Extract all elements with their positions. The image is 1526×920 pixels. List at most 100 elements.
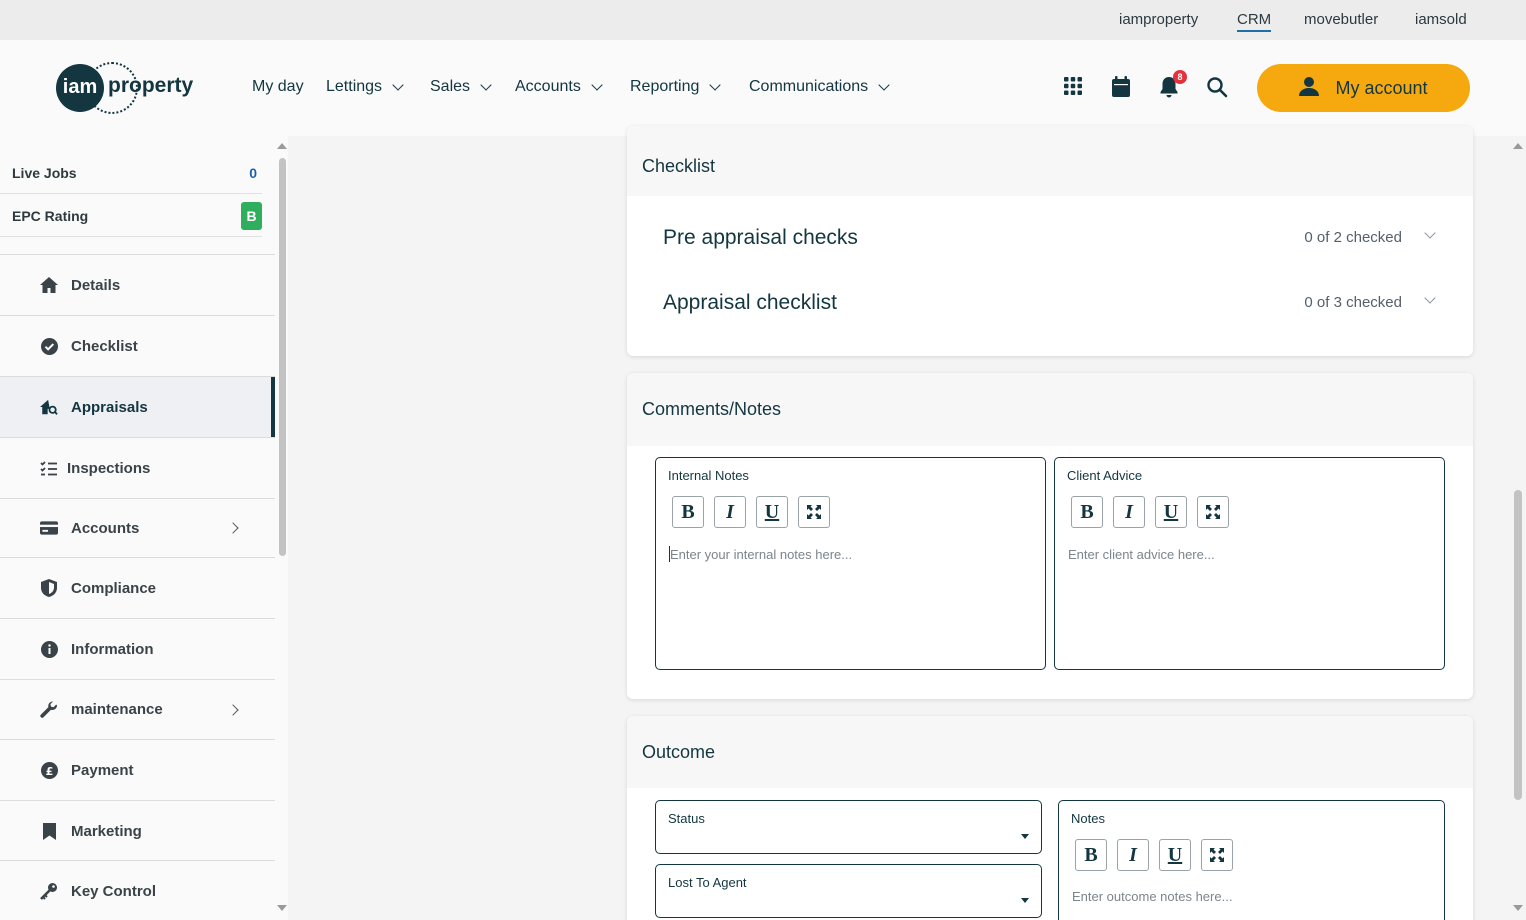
nav-accounts[interactable]: Accounts [515,78,603,96]
top-link-iamproperty[interactable]: iamproperty [1119,11,1198,28]
lost-to-agent-select[interactable]: Lost To Agent [655,864,1042,918]
sidebar-item-payment[interactable]: £ Payment [0,739,275,800]
house-search-icon [40,398,58,416]
list-check-icon [40,459,58,477]
expand-button[interactable] [798,496,830,528]
sidebar-item-checklist[interactable]: Checklist [0,315,275,376]
page-scroll-up-arrow[interactable] [1513,143,1523,149]
checked-count: 0 of 2 checked [1304,229,1402,246]
underline-button[interactable]: U [756,496,788,528]
sidebar-item-information[interactable]: Information [0,618,275,679]
nav-reporting[interactable]: Reporting [630,78,722,96]
card-title: Checklist [627,126,1473,196]
scroll-up-arrow[interactable] [277,143,287,149]
search-icon[interactable] [1206,76,1228,98]
card-title: Comments/Notes [627,373,1473,446]
nav-label: Accounts [515,78,581,95]
check-circle-icon [40,337,58,355]
status-select[interactable]: Status [655,800,1042,854]
calendar-icon[interactable] [1111,76,1133,98]
accordion-pre-appraisal-checks[interactable]: Pre appraisal checks 0 of 2 checked [663,226,1438,256]
nav-label: Lettings [326,78,383,95]
nav-my-day[interactable]: My day [252,78,304,96]
client-advice-editor[interactable]: Client Advice B I U Enter client advice … [1054,457,1445,670]
italic-button[interactable]: I [714,496,746,528]
editor-toolbar: B I U [1075,839,1233,871]
outcome-card: Outcome Status Lost To Agent Notes B I U… [627,716,1473,920]
comments-notes-card: Comments/Notes Internal Notes B I U Ente… [627,373,1473,699]
credit-card-icon [40,519,58,537]
expand-icon [807,505,821,519]
chevron-right-icon [227,703,239,716]
svg-text:£: £ [45,764,53,777]
chevron-down-icon [878,78,890,91]
scroll-down-arrow[interactable] [277,905,287,911]
sidebar-item-accounts[interactable]: Accounts [0,498,275,557]
sidebar-item-marketing[interactable]: Marketing [0,800,275,861]
underline-button[interactable]: U [1159,839,1191,871]
epc-badge: B [241,202,262,230]
italic-button[interactable]: I [1117,839,1149,871]
sidebar-item-compliance[interactable]: Compliance [0,557,275,618]
internal-notes-editor[interactable]: Internal Notes B I U Enter your internal… [655,457,1046,670]
logo-wordmark: property [108,74,194,97]
sidebar-scrollbar-thumb[interactable] [279,158,286,556]
stat-value: 0 [249,165,257,181]
shield-icon [40,579,58,597]
sidebar-item-maintenance[interactable]: maintenance [0,679,275,739]
editor-label: Internal Notes [668,468,749,483]
nav-lettings[interactable]: Lettings [326,78,404,96]
outcome-notes-editor[interactable]: Notes B I U Enter outcome notes here... [1058,800,1445,920]
sidebar-item-inspections[interactable]: Inspections [0,437,275,498]
italic-button[interactable]: I [1113,496,1145,528]
editor-label: Client Advice [1067,468,1143,483]
sidebar-item-label: maintenance [71,701,163,718]
sidebar-item-appraisals[interactable]: Appraisals [0,376,275,438]
sidebar-item-label: Appraisals [71,398,148,416]
home-icon [40,276,58,294]
pound-icon: £ [40,761,58,779]
logo-mark: iam [56,64,104,112]
sidebar-item-label: Marketing [71,822,142,840]
apps-grid-icon[interactable] [1063,76,1085,98]
editor-toolbar: B I U [1071,496,1229,528]
select-label: Status [668,811,705,826]
sidebar-item-key-control[interactable]: Key Control [0,860,275,920]
main-header: iam property My day Lettings Sales Accou… [0,40,1526,136]
expand-button[interactable] [1201,839,1233,871]
bold-button[interactable]: B [1075,839,1107,871]
sidebar-item-label: Information [71,640,154,658]
chevron-down-icon [1424,292,1436,304]
top-strip: iamproperty CRM movebutler iamsold [0,0,1526,40]
dropdown-arrow-icon [1021,898,1029,903]
chevron-right-icon [227,522,239,534]
nav-communications[interactable]: Communications [749,78,890,96]
stat-label: EPC Rating [12,208,89,224]
sidebar-item-details[interactable]: Details [0,254,275,315]
sidebar-item-label: Accounts [71,519,140,537]
editor-placeholder: Enter outcome notes here... [1072,889,1233,904]
key-icon [40,882,58,900]
accordion-title: Appraisal checklist [663,291,837,314]
top-link-iamsold[interactable]: iamsold [1415,11,1467,28]
nav-label: Sales [430,78,471,95]
my-account-button[interactable]: My account [1257,64,1470,112]
top-link-crm[interactable]: CRM [1237,11,1272,32]
notification-count: 8 [1173,70,1187,84]
page-scroll-down-arrow[interactable] [1513,905,1523,911]
nav-label: Communications [749,78,869,95]
card-title: Outcome [627,716,1473,788]
bell-icon[interactable]: 8 [1159,70,1187,98]
accordion-appraisal-checklist[interactable]: Appraisal checklist 0 of 3 checked [663,291,1438,321]
page-scrollbar-thumb[interactable] [1514,490,1522,800]
sidebar-item-label: Inspections [67,459,151,477]
top-link-movebutler[interactable]: movebutler [1304,11,1378,28]
stat-live-jobs: Live Jobs 0 [0,151,262,194]
underline-button[interactable]: U [1155,496,1187,528]
bold-button[interactable]: B [672,496,704,528]
editor-placeholder: Enter client advice here... [1068,547,1215,562]
nav-sales[interactable]: Sales [430,78,492,96]
bold-button[interactable]: B [1071,496,1103,528]
expand-button[interactable] [1197,496,1229,528]
wrench-icon [40,700,58,719]
